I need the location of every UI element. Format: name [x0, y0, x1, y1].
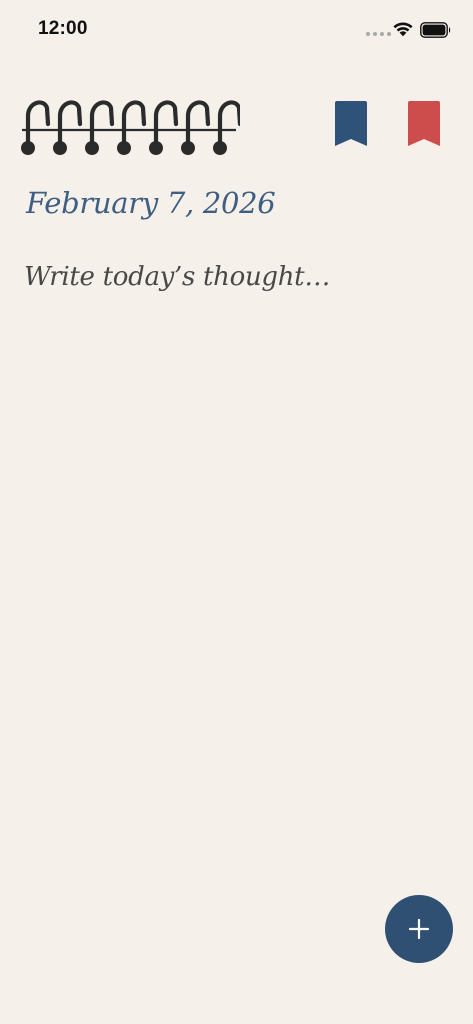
spiral-hole [53, 141, 67, 155]
spiral-hole [181, 141, 195, 155]
spiral-ring [89, 100, 115, 150]
wifi-icon [393, 22, 413, 37]
spiral-ring [217, 100, 240, 150]
status-time: 12:00 [38, 18, 88, 39]
journal-screen: 12:00 February 7, 2026 [0, 0, 473, 1024]
spiral-hole [149, 141, 163, 155]
plus-icon [408, 918, 430, 940]
bookmark-blue-icon[interactable] [333, 101, 369, 147]
spiral-binding-icon [21, 100, 240, 155]
entry-date: February 7, 2026 [26, 186, 276, 220]
spiral-ring [57, 100, 83, 150]
journal-entry-input[interactable] [24, 262, 444, 862]
spiral-ring [121, 100, 147, 150]
cellular-signal-icon [366, 32, 391, 36]
status-bar: 12:00 [0, 0, 473, 60]
spiral-hole [21, 141, 35, 155]
bookmark-red-icon[interactable] [406, 101, 442, 147]
spiral-hole [85, 141, 99, 155]
add-entry-button[interactable] [385, 895, 453, 963]
spiral-ring [25, 100, 51, 150]
spiral-hole [213, 141, 227, 155]
battery-icon [420, 22, 451, 38]
spiral-ring [153, 100, 179, 150]
spiral-ring [185, 100, 211, 150]
spiral-hole [117, 141, 131, 155]
